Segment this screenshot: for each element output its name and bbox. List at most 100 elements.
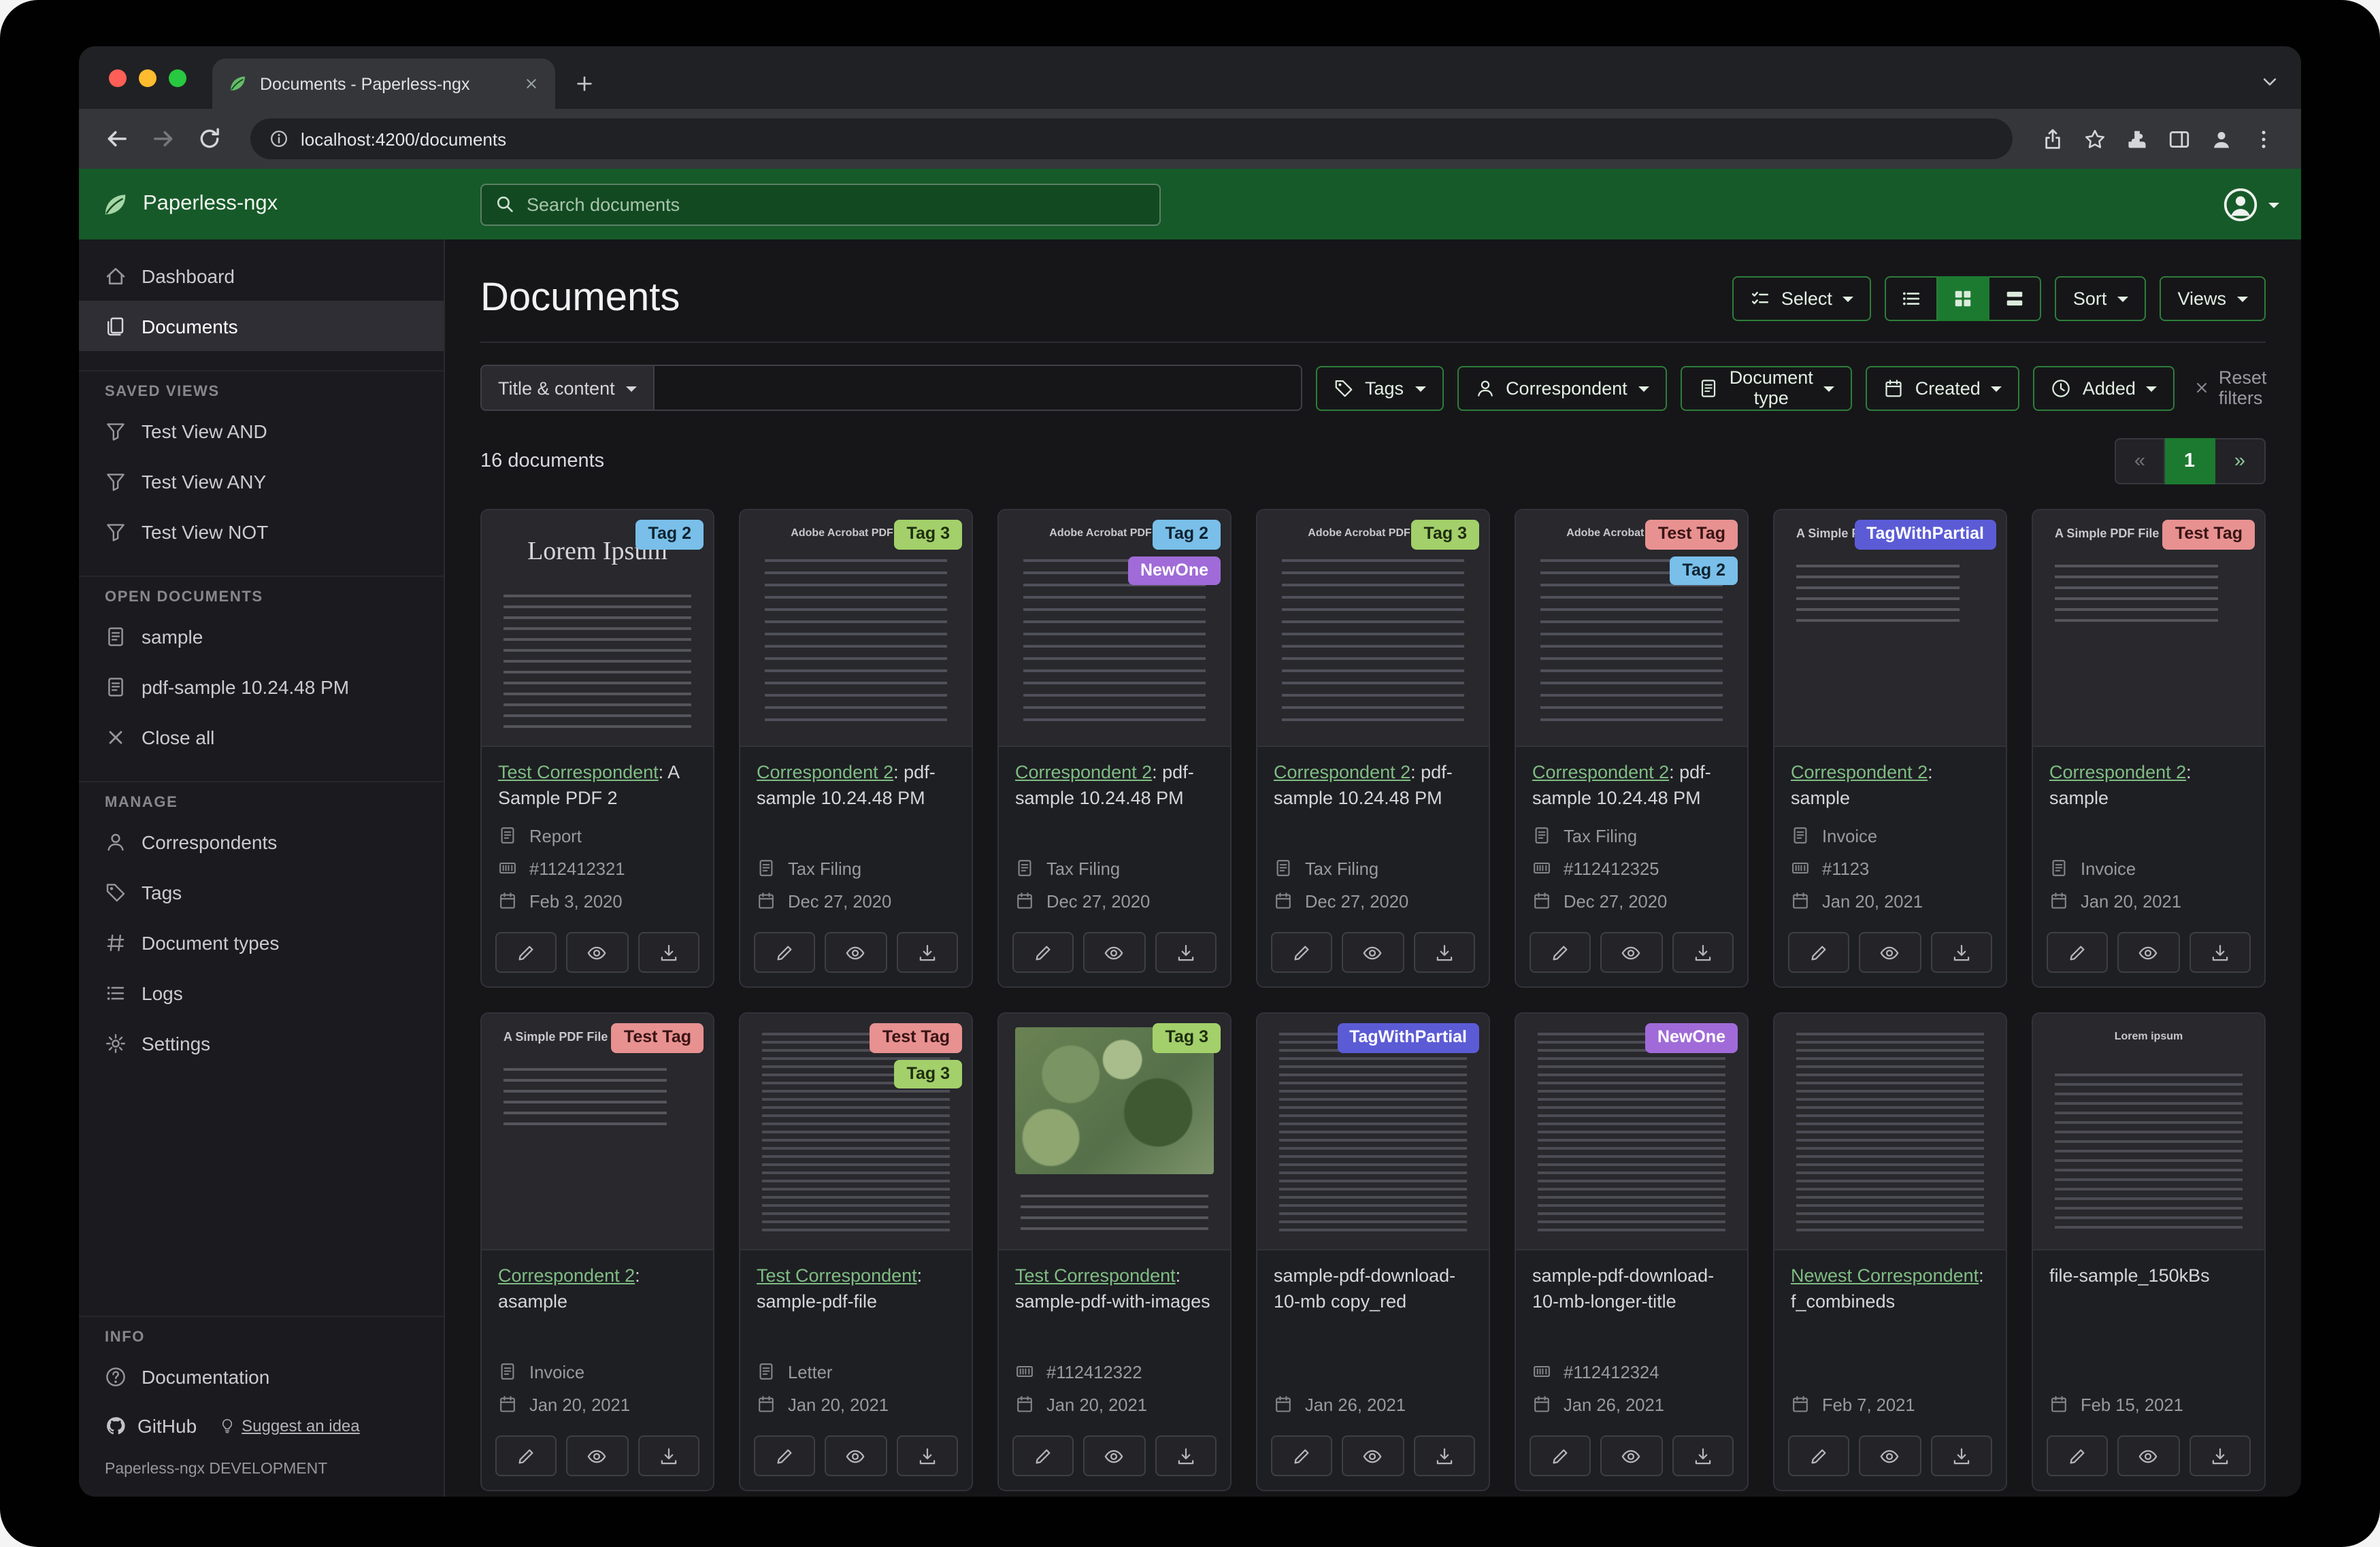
document-thumbnail[interactable]: A Simple PDF FileTest Tag xyxy=(482,1014,713,1250)
view-document-button[interactable] xyxy=(825,932,887,973)
document-title[interactable]: Test Correspondent: sample-pdf-with-imag… xyxy=(1015,1264,1214,1316)
tag-badge[interactable]: Tag 2 xyxy=(1670,556,1738,585)
sidebar-item-logs[interactable]: Logs xyxy=(79,967,444,1018)
tag-badge[interactable]: Test Tag xyxy=(2163,520,2255,549)
reset-filters-button[interactable]: Reset filters xyxy=(2194,367,2267,408)
browser-tab[interactable]: Documents - Paperless-ngx xyxy=(212,59,555,109)
document-thumbnail[interactable]: NewOne xyxy=(1516,1014,1747,1250)
document-thumbnail[interactable]: A Simple PDF FileTagWithPartial xyxy=(1774,510,2006,747)
document-title[interactable]: Correspondent 2: sample xyxy=(2049,761,2248,812)
view-document-button[interactable] xyxy=(567,932,629,973)
pagination-next-button[interactable]: » xyxy=(2215,438,2266,484)
document-card[interactable]: A Simple PDF FileTagWithPartial Correspon… xyxy=(1773,509,2007,988)
back-button[interactable] xyxy=(105,127,129,151)
filter-text-input[interactable] xyxy=(655,365,1302,411)
extensions-icon[interactable] xyxy=(2126,127,2149,150)
filter-added-button[interactable]: Added xyxy=(2034,365,2175,410)
document-card[interactable]: Adobe Acrobat PDF FilesTag 2NewOne Corres… xyxy=(997,509,1232,988)
edit-document-button[interactable] xyxy=(2047,932,2109,973)
download-document-button[interactable] xyxy=(2189,932,2251,973)
document-title[interactable]: Newest Correspondent: f_combineds xyxy=(1791,1264,1989,1316)
document-thumbnail[interactable]: Adobe Acrobat PDF FilesTag 2NewOne xyxy=(999,510,1230,747)
download-document-button[interactable] xyxy=(1672,932,1734,973)
tag-badge[interactable]: TagWithPartial xyxy=(1337,1023,1479,1052)
download-document-button[interactable] xyxy=(1155,1435,1217,1476)
correspondent-link[interactable]: Correspondent 2 xyxy=(498,1265,635,1286)
filter-tags-button[interactable]: Tags xyxy=(1316,365,1443,410)
download-document-button[interactable] xyxy=(638,1435,699,1476)
document-card[interactable]: Tag 3 Test Correspondent: sample-pdf-with… xyxy=(997,1012,1232,1491)
filter-document-type-button[interactable]: Document type xyxy=(1681,365,1853,410)
sidebar-item-close-all[interactable]: Close all xyxy=(79,712,444,762)
sidebar-item-sample[interactable]: sample xyxy=(79,611,444,661)
edit-document-button[interactable] xyxy=(2047,1435,2109,1476)
select-button[interactable]: Select xyxy=(1732,276,1872,320)
view-document-button[interactable] xyxy=(1084,932,1146,973)
edit-document-button[interactable] xyxy=(495,932,557,973)
browser-menu-icon[interactable] xyxy=(2252,127,2275,150)
correspondent-link[interactable]: Correspondent 2 xyxy=(1791,762,1928,782)
sidebar-item-document-types[interactable]: Document types xyxy=(79,917,444,967)
document-title[interactable]: Correspondent 2: asample xyxy=(498,1264,697,1316)
edit-document-button[interactable] xyxy=(1788,932,1850,973)
sort-button[interactable]: Sort xyxy=(2055,276,2147,320)
forward-button[interactable] xyxy=(151,127,176,151)
tag-badge[interactable]: Test Tag xyxy=(612,1023,704,1052)
document-title[interactable]: Correspondent 2: pdf-sample 10.24.48 PM xyxy=(1015,761,1214,812)
tag-badge[interactable]: Tag 2 xyxy=(1153,520,1221,549)
edit-document-button[interactable] xyxy=(1271,1435,1333,1476)
document-thumbnail[interactable]: Lorem ipsum xyxy=(2033,1014,2264,1250)
tag-badge[interactable]: Tag 3 xyxy=(895,520,962,549)
sidebar-item-dashboard[interactable]: Dashboard xyxy=(79,250,444,301)
document-card[interactable]: A Simple PDF FileTest Tag Correspondent 2… xyxy=(480,1012,714,1491)
search-input[interactable] xyxy=(527,194,1146,214)
download-document-button[interactable] xyxy=(1413,1435,1475,1476)
site-info-icon[interactable] xyxy=(269,129,288,148)
document-title[interactable]: sample-pdf-download-10-mb-longer-title xyxy=(1532,1264,1731,1316)
user-menu[interactable] xyxy=(2222,186,2279,222)
download-document-button[interactable] xyxy=(1413,932,1475,973)
sidebar-item-pdf-sample-10-24-48-pm[interactable]: pdf-sample 10.24.48 PM xyxy=(79,661,444,712)
document-card[interactable]: Adobe Acrobat PDF FilesTest TagTag 2Corr… xyxy=(1515,509,1749,988)
edit-document-button[interactable] xyxy=(1012,1435,1074,1476)
download-document-button[interactable] xyxy=(1672,1435,1734,1476)
tag-badge[interactable]: NewOne xyxy=(1645,1023,1738,1052)
view-document-button[interactable] xyxy=(1084,1435,1146,1476)
sidebar-item-test-view-and[interactable]: Test View AND xyxy=(79,405,444,456)
tag-badge[interactable]: Tag 2 xyxy=(636,520,704,549)
bookmark-star-icon[interactable] xyxy=(2083,127,2106,150)
correspondent-link[interactable]: Correspondent 2 xyxy=(1015,762,1152,782)
tag-badge[interactable]: Tag 3 xyxy=(1153,1023,1221,1052)
document-card[interactable]: Adobe Acrobat PDF FilesTag 3 Corresponden… xyxy=(739,509,973,988)
sidebar-item-documentation[interactable]: Documentation xyxy=(79,1351,444,1401)
document-card[interactable]: Lorem ipsumfile-sample_150kBsFeb 15, 202… xyxy=(2032,1012,2266,1491)
global-search[interactable] xyxy=(480,183,1161,225)
filter-created-button[interactable]: Created xyxy=(1866,365,2020,410)
document-thumbnail[interactable]: Adobe Acrobat PDF FilesTag 3 xyxy=(740,510,972,747)
browser-profile-icon[interactable] xyxy=(2210,127,2233,150)
edit-document-button[interactable] xyxy=(1012,932,1074,973)
sidebar-item-correspondents[interactable]: Correspondents xyxy=(79,816,444,867)
document-thumbnail[interactable]: Test TagTag 3 xyxy=(740,1014,972,1250)
document-title[interactable]: Correspondent 2: pdf-sample 10.24.48 PM xyxy=(1532,761,1731,812)
correspondent-link[interactable]: Correspondent 2 xyxy=(1274,762,1410,782)
sidebar-item-test-view-not[interactable]: Test View NOT xyxy=(79,506,444,556)
correspondent-link[interactable]: Correspondent 2 xyxy=(2049,762,2186,782)
document-title[interactable]: Correspondent 2: pdf-sample 10.24.48 PM xyxy=(1274,761,1472,812)
download-document-button[interactable] xyxy=(1930,932,1992,973)
view-document-button[interactable] xyxy=(2118,1435,2180,1476)
github-link[interactable]: GitHub xyxy=(137,1415,197,1437)
new-tab-button[interactable] xyxy=(574,73,595,94)
document-title[interactable]: Correspondent 2: sample xyxy=(1791,761,1989,812)
download-document-button[interactable] xyxy=(896,1435,958,1476)
document-thumbnail[interactable]: Adobe Acrobat PDF FilesTag 3 xyxy=(1257,510,1489,747)
edit-document-button[interactable] xyxy=(754,932,816,973)
correspondent-link[interactable]: Correspondent 2 xyxy=(757,762,893,782)
reload-button[interactable] xyxy=(197,127,222,151)
close-window-button[interactable] xyxy=(109,69,127,87)
view-details-button[interactable] xyxy=(1990,276,2042,320)
document-thumbnail[interactable]: A Simple PDF FileTest Tag xyxy=(2033,510,2264,747)
view-document-button[interactable] xyxy=(1860,1435,1921,1476)
tag-badge[interactable]: TagWithPartial xyxy=(1854,520,1996,549)
zoom-window-button[interactable] xyxy=(169,69,186,87)
